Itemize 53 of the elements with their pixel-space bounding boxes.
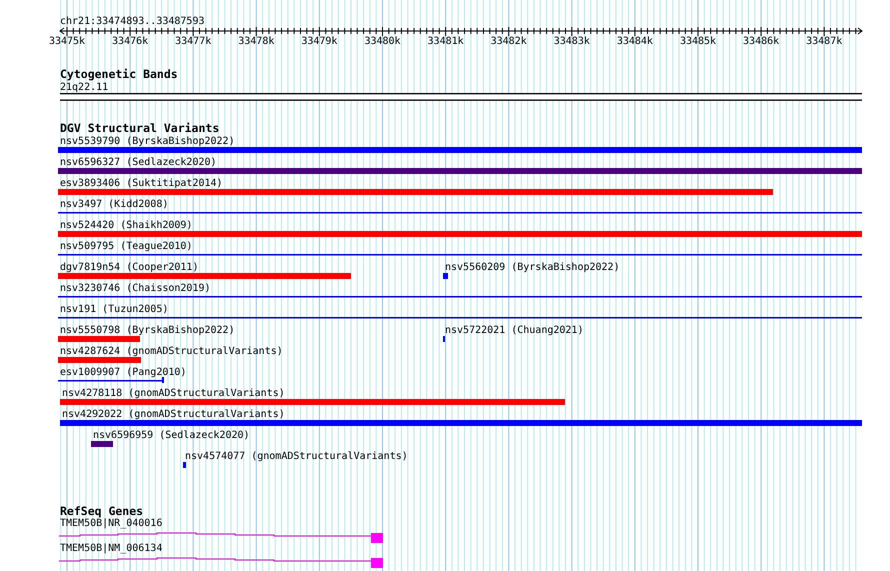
feature-label: nsv4278118 (gnomADStructuralVariants) bbox=[62, 388, 285, 399]
variant-bar[interactable] bbox=[58, 231, 862, 237]
tick-label: 33479k bbox=[301, 36, 338, 47]
tick-label: 33475k bbox=[48, 36, 86, 47]
variant-bar[interactable] bbox=[60, 420, 862, 426]
feature-label: nsv5560209 (ByrskaBishop2022) bbox=[445, 262, 620, 273]
tick-label: 33482k bbox=[490, 36, 527, 47]
tick-label: 33485k bbox=[680, 36, 716, 47]
tick-label: 33476k bbox=[112, 36, 148, 47]
tick-label: 33480k bbox=[364, 36, 401, 47]
variant-bar[interactable] bbox=[58, 357, 141, 363]
variant-bar[interactable] bbox=[91, 441, 113, 447]
tick-label: 33484k bbox=[616, 36, 653, 47]
tick-label: 33487k bbox=[806, 36, 842, 47]
gene-label: TMEM50B|NM_006134 bbox=[60, 543, 162, 554]
track-title: DGV Structural Variants bbox=[60, 121, 220, 135]
feature-label: nsv3230746 (Chaisson2019) bbox=[60, 283, 211, 294]
feature-label: nsv3497 (Kidd2008) bbox=[60, 199, 168, 210]
variant-bar[interactable] bbox=[58, 336, 140, 342]
tick-label: 33477k bbox=[175, 36, 212, 47]
feature-label: nsv524420 (Shaikh2009) bbox=[60, 220, 192, 231]
gene-model-drawing[interactable] bbox=[58, 558, 383, 568]
feature-label: nsv509795 (Teague2010) bbox=[60, 241, 192, 252]
variant-bar[interactable] bbox=[183, 462, 186, 468]
feature-label: nsv6596327 (Sedlazeck2020) bbox=[60, 157, 217, 168]
variant-line[interactable] bbox=[58, 377, 164, 383]
feature-label: esv3893406 (Suktitipat2014) bbox=[60, 178, 223, 189]
feature-label: nsv4292022 (gnomADStructuralVariants) bbox=[62, 409, 285, 420]
locus-label: chr21:33474893..33487593 bbox=[60, 16, 204, 27]
variant-bar[interactable] bbox=[58, 273, 351, 279]
feature-label: dgv7819n54 (Cooper2011) bbox=[60, 262, 198, 273]
tick-label: 33483k bbox=[554, 36, 590, 47]
feature-label: nsv6596959 (Sedlazeck2020) bbox=[93, 430, 250, 441]
gene-model-drawing[interactable] bbox=[58, 532, 383, 543]
feature-label: nsv5550798 (ByrskaBishop2022) bbox=[60, 325, 235, 336]
feature-label: esv1009907 (Pang2010) bbox=[60, 367, 186, 378]
feature-label: nsv5539790 (ByrskaBishop2022) bbox=[60, 136, 235, 147]
variant-bar[interactable] bbox=[58, 189, 773, 195]
track-title: RefSeq Genes bbox=[60, 504, 144, 518]
band-label: 21q22.11 bbox=[60, 82, 108, 93]
feature-label: nsv5722021 (Chuang2021) bbox=[445, 325, 584, 336]
variant-bar[interactable] bbox=[443, 273, 448, 279]
variant-bar[interactable] bbox=[60, 399, 565, 405]
tick-label: 33486k bbox=[743, 36, 780, 47]
gene-label: TMEM50B|NR_040016 bbox=[60, 518, 162, 529]
variant-bar[interactable] bbox=[58, 168, 862, 174]
track-title: Cytogenetic Bands bbox=[60, 67, 178, 81]
tick-label: 33478k bbox=[238, 36, 274, 47]
feature-label: nsv191 (Tuzun2005) bbox=[60, 304, 168, 315]
variant-bar[interactable] bbox=[58, 147, 862, 153]
feature-label: nsv4574077 (gnomADStructuralVariants) bbox=[185, 451, 408, 462]
feature-label: nsv4287624 (gnomADStructuralVariants) bbox=[60, 346, 283, 357]
tick-label: 33481k bbox=[428, 36, 464, 47]
